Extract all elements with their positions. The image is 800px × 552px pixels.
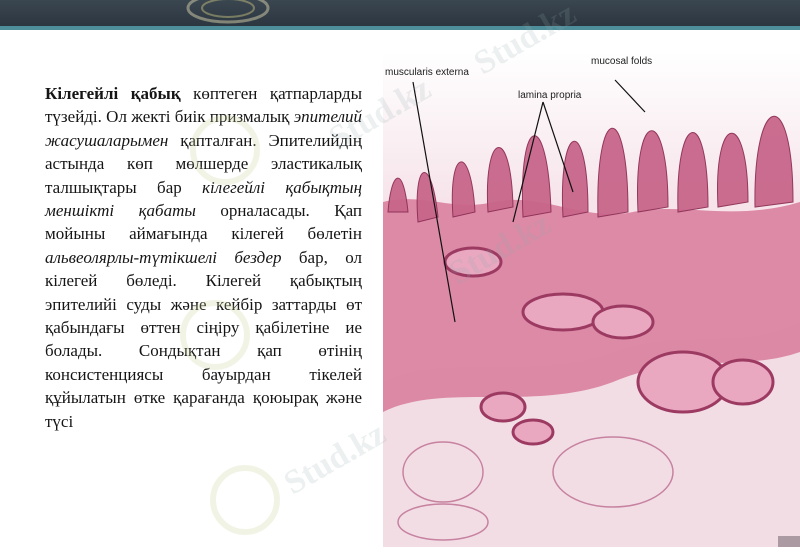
label-lamina-propria: lamina propria xyxy=(518,90,582,101)
histology-illustration xyxy=(383,52,800,547)
histology-image: muscularis externa lamina propria mucosa… xyxy=(383,52,800,547)
watermark-logo-icon-3 xyxy=(210,465,280,535)
slide-header-bar xyxy=(0,0,800,26)
term-mucosa: Кілегейлі қабық xyxy=(45,84,181,103)
label-mucosal-folds: mucosal folds xyxy=(591,56,653,67)
italic-glands: альвеолярлы-түтікшелі бездер xyxy=(45,247,282,267)
description-paragraph: Кілегейлі қабық көптеген қатпарларды түз… xyxy=(45,82,362,433)
text-segment-4: бар, ол кілегей бөледі. Кілегей қабықтың… xyxy=(45,247,362,431)
label-muscularis-externa: muscularis externa xyxy=(385,67,469,78)
slide-header-accent-line xyxy=(0,26,800,30)
header-logo-icon xyxy=(186,0,270,24)
